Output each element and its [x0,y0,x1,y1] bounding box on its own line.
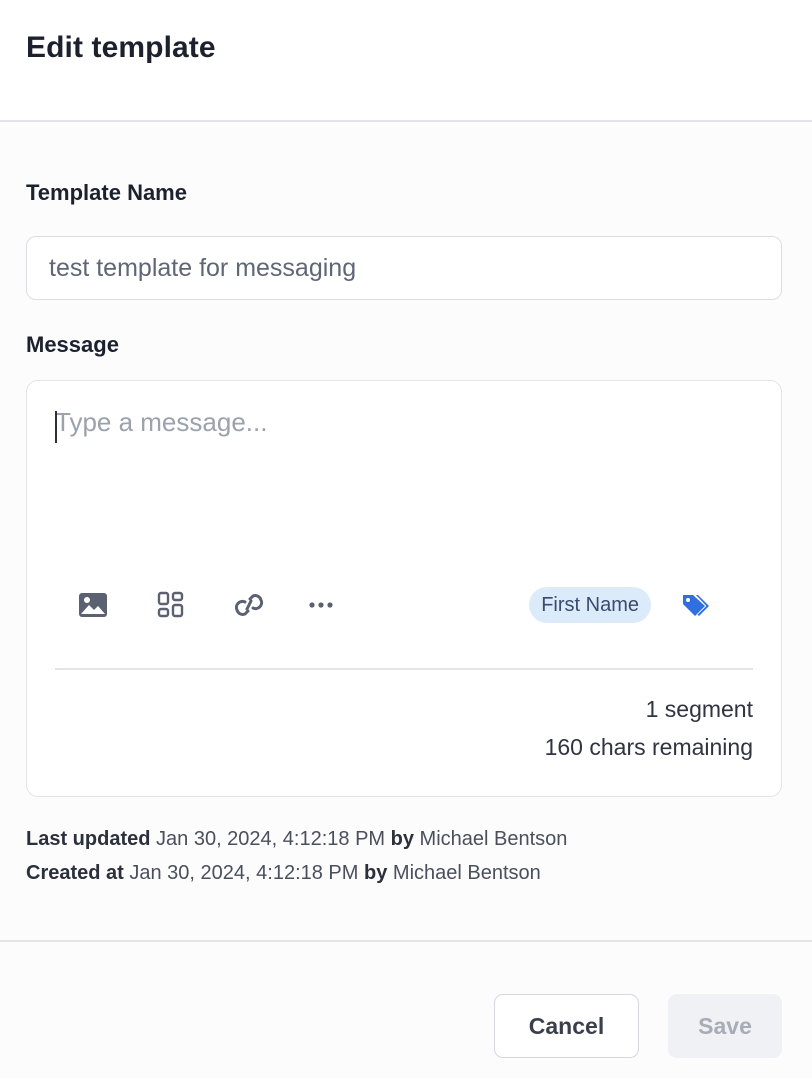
created-info: Created at Jan 30, 2024, 4:12:18 PM by M… [26,862,541,885]
template-name-input[interactable] [26,236,782,300]
message-input[interactable] [55,407,745,547]
message-toolbar: First Name [75,587,733,623]
last-updated-info: Last updated Jan 30, 2024, 4:12:18 PM by… [26,828,567,851]
grid-icon [157,591,184,618]
more-options-button[interactable] [303,587,339,623]
merge-fields-button[interactable] [677,587,713,623]
last-updated-by: Michael Bentson [419,828,568,850]
editor-divider [55,668,753,670]
first-name-merge-field[interactable]: First Name [529,587,651,623]
chars-remaining: 160 chars remaining [544,734,753,760]
modal-footer: Cancel Save [0,940,812,1078]
message-label: Message [26,332,119,357]
modal-header: Edit template [0,0,812,122]
insert-link-button[interactable] [231,587,267,623]
edit-template-modal: Edit template Template Name Message [0,0,812,1078]
link-icon [234,594,264,616]
last-updated-date: Jan 30, 2024, 4:12:18 PM [156,828,386,850]
more-icon [309,602,333,608]
image-icon [79,593,107,617]
created-by-label: by [364,862,388,884]
modal-body: Template Name Message [0,124,812,940]
save-button[interactable]: Save [668,994,782,1058]
modal-title: Edit template [26,31,216,64]
cancel-button[interactable]: Cancel [494,994,639,1058]
created-by: Michael Bentson [392,862,541,884]
created-date: Jan 30, 2024, 4:12:18 PM [129,862,359,884]
segment-count: 1 segment [645,696,753,722]
last-updated-by-label: by [390,828,414,850]
message-editor: First Name 1 segment 160 chars remaining [26,380,782,797]
insert-image-button[interactable] [75,587,111,623]
tag-icon [683,595,709,616]
insert-template-button[interactable] [153,587,189,623]
template-name-label: Template Name [26,180,187,205]
created-label: Created at [26,862,124,884]
last-updated-label: Last updated [26,828,151,850]
text-caret [55,411,57,443]
